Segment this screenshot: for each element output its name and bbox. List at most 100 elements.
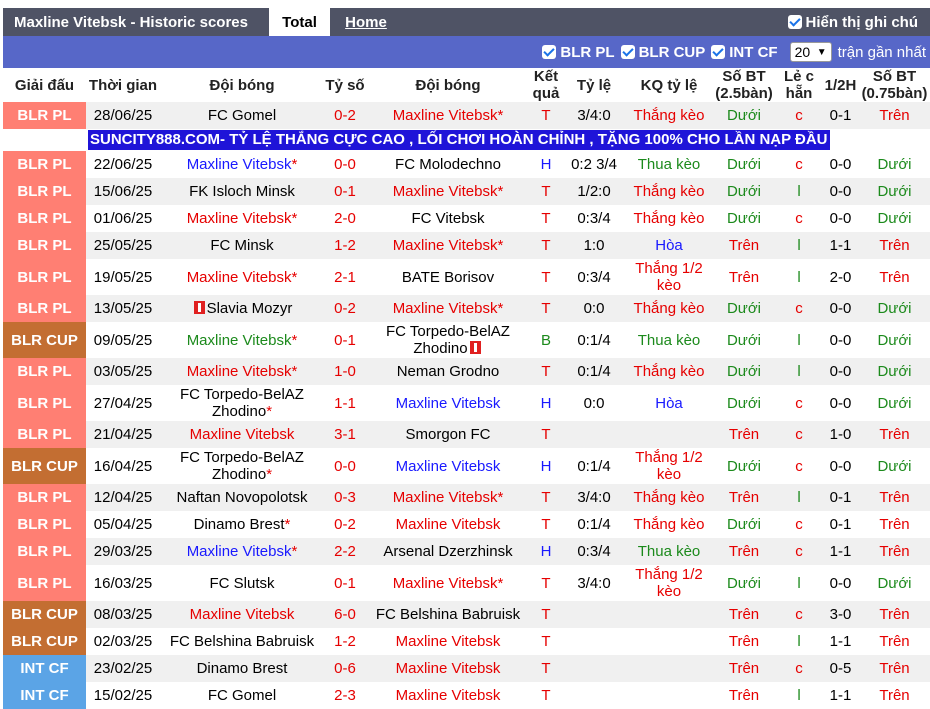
away-team[interactable]: Maxline Vitebsk	[366, 385, 530, 421]
filter-blr-cup[interactable]: BLR CUP	[620, 44, 705, 61]
home-star: *	[291, 331, 298, 349]
home-team[interactable]: FC Torpedo-BelAZ Zhodino*	[160, 385, 324, 421]
home-team[interactable]: FC Belshina Babruisk	[160, 628, 324, 655]
checkbox-icon[interactable]	[542, 45, 557, 59]
league-badge[interactable]: BLR PL	[3, 385, 86, 421]
match-score[interactable]: 2-2	[324, 538, 366, 565]
match-score[interactable]: 6-0	[324, 601, 366, 628]
filter-int-cf[interactable]: INT CF	[711, 43, 778, 61]
away-team[interactable]: FC Torpedo-BelAZ Zhodino	[366, 322, 530, 358]
match-score[interactable]: 1-2	[324, 232, 366, 259]
match-score[interactable]: 2-0	[324, 205, 366, 232]
home-team[interactable]: Maxline Vitebsk	[160, 421, 324, 448]
league-badge[interactable]: BLR PL	[3, 232, 86, 259]
league-badge[interactable]: BLR PL	[3, 358, 86, 385]
away-team[interactable]: Maxline Vitebsk	[366, 655, 530, 682]
away-team[interactable]: Maxline Vitebsk*	[366, 102, 530, 129]
away-team[interactable]: Arsenal Dzerzhinsk	[366, 538, 530, 565]
league-badge[interactable]: BLR PL	[3, 178, 86, 205]
away-team[interactable]: Maxline Vitebsk*	[366, 178, 530, 205]
home-team[interactable]: Slavia Mozyr	[160, 295, 324, 322]
col-odds-result: KQ tỷ lệ	[626, 68, 712, 102]
home-team[interactable]: Maxline Vitebsk*	[160, 358, 324, 385]
league-badge[interactable]: BLR PL	[3, 421, 86, 448]
match-score[interactable]: 0-3	[324, 484, 366, 511]
league-badge[interactable]: BLR PL	[3, 205, 86, 232]
match-score[interactable]: 1-1	[324, 385, 366, 421]
match-score[interactable]: 0-6	[324, 655, 366, 682]
match-result: T	[530, 358, 562, 385]
away-team[interactable]: BATE Borisov	[366, 259, 530, 295]
away-team[interactable]: FC Vitebsk	[366, 205, 530, 232]
league-badge[interactable]: INT CF	[3, 655, 86, 682]
home-team[interactable]: Dinamo Brest	[160, 655, 324, 682]
checkbox-icon[interactable]	[620, 45, 635, 59]
home-team[interactable]: FK Isloch Minsk	[160, 178, 324, 205]
match-score[interactable]: 0-1	[324, 322, 366, 358]
match-score[interactable]: 1-2	[324, 628, 366, 655]
home-team[interactable]: FC Gomel	[160, 682, 324, 709]
home-team[interactable]: Maxline Vitebsk*	[160, 322, 324, 358]
match-score[interactable]: 0-2	[324, 102, 366, 129]
match-score[interactable]: 0-0	[324, 448, 366, 484]
away-team[interactable]: Smorgon FC	[366, 421, 530, 448]
tab-total[interactable]: Total	[269, 8, 330, 36]
home-team[interactable]: Naftan Novopolotsk	[160, 484, 324, 511]
home-team[interactable]: FC Torpedo-BelAZ Zhodino*	[160, 448, 324, 484]
match-score[interactable]: 2-1	[324, 259, 366, 295]
away-team[interactable]: Maxline Vitebsk	[366, 628, 530, 655]
home-team[interactable]: Maxline Vitebsk*	[160, 538, 324, 565]
home-team[interactable]: FC Gomel	[160, 102, 324, 129]
ad-banner-link[interactable]: SUNCITY888.COM- TỶ LỆ THẮNG CỰC CAO , LỐ…	[88, 130, 830, 150]
tab-home[interactable]: Home	[330, 8, 402, 36]
away-team[interactable]: Maxline Vitebsk	[366, 511, 530, 538]
league-badge[interactable]: BLR CUP	[3, 448, 86, 484]
league-badge[interactable]: BLR PL	[3, 511, 86, 538]
home-team[interactable]: FC Slutsk	[160, 565, 324, 601]
home-team[interactable]: Maxline Vitebsk*	[160, 151, 324, 178]
home-team[interactable]: FC Minsk	[160, 232, 324, 259]
match-result: H	[530, 385, 562, 421]
match-score[interactable]: 0-1	[324, 178, 366, 205]
away-team[interactable]: Maxline Vitebsk*	[366, 565, 530, 601]
league-badge[interactable]: BLR CUP	[3, 601, 86, 628]
match-score[interactable]: 0-0	[324, 151, 366, 178]
match-score[interactable]: 2-3	[324, 682, 366, 709]
home-team[interactable]: Dinamo Brest*	[160, 511, 324, 538]
match-score[interactable]: 0-2	[324, 511, 366, 538]
league-badge[interactable]: BLR PL	[3, 259, 86, 295]
home-star: *	[266, 466, 273, 483]
league-badge[interactable]: BLR PL	[3, 295, 86, 322]
table-row: BLR PL 16/03/25 FC Slutsk 0-1 Maxline Vitebs…	[3, 565, 930, 601]
away-team[interactable]: Maxline Vitebsk	[366, 682, 530, 709]
match-count-select[interactable]: 20 ▼	[789, 42, 832, 62]
league-badge[interactable]: BLR PL	[3, 565, 86, 601]
filter-label: INT CF	[729, 43, 778, 61]
home-team[interactable]: Maxline Vitebsk*	[160, 205, 324, 232]
away-team[interactable]: Maxline Vitebsk*	[366, 484, 530, 511]
checkbox-icon[interactable]	[711, 45, 726, 59]
away-team[interactable]: FC Molodechno	[366, 151, 530, 178]
home-team[interactable]: Maxline Vitebsk*	[160, 259, 324, 295]
filter-blr-pl[interactable]: BLR PL	[542, 44, 615, 61]
away-team[interactable]: Maxline Vitebsk*	[366, 232, 530, 259]
league-badge[interactable]: INT CF	[3, 682, 86, 709]
away-team[interactable]: Neman Grodno	[366, 358, 530, 385]
league-badge[interactable]: BLR PL	[3, 102, 86, 129]
match-score[interactable]: 1-0	[324, 358, 366, 385]
league-badge[interactable]: BLR CUP	[3, 628, 86, 655]
away-team[interactable]: Maxline Vitebsk	[366, 448, 530, 484]
league-badge[interactable]: BLR PL	[3, 538, 86, 565]
home-team[interactable]: Maxline Vitebsk	[160, 601, 324, 628]
checkbox-icon[interactable]	[787, 15, 802, 29]
match-odds: 0:1/4	[562, 358, 626, 385]
league-badge[interactable]: BLR CUP	[3, 322, 86, 358]
league-badge[interactable]: BLR PL	[3, 484, 86, 511]
show-notes-toggle[interactable]: Hiển thị ghi chú	[787, 8, 918, 36]
away-team[interactable]: FC Belshina Babruisk	[366, 601, 530, 628]
league-badge[interactable]: BLR PL	[3, 151, 86, 178]
away-team[interactable]: Maxline Vitebsk*	[366, 295, 530, 322]
match-score[interactable]: 3-1	[324, 421, 366, 448]
match-score[interactable]: 0-1	[324, 565, 366, 601]
match-score[interactable]: 0-2	[324, 295, 366, 322]
